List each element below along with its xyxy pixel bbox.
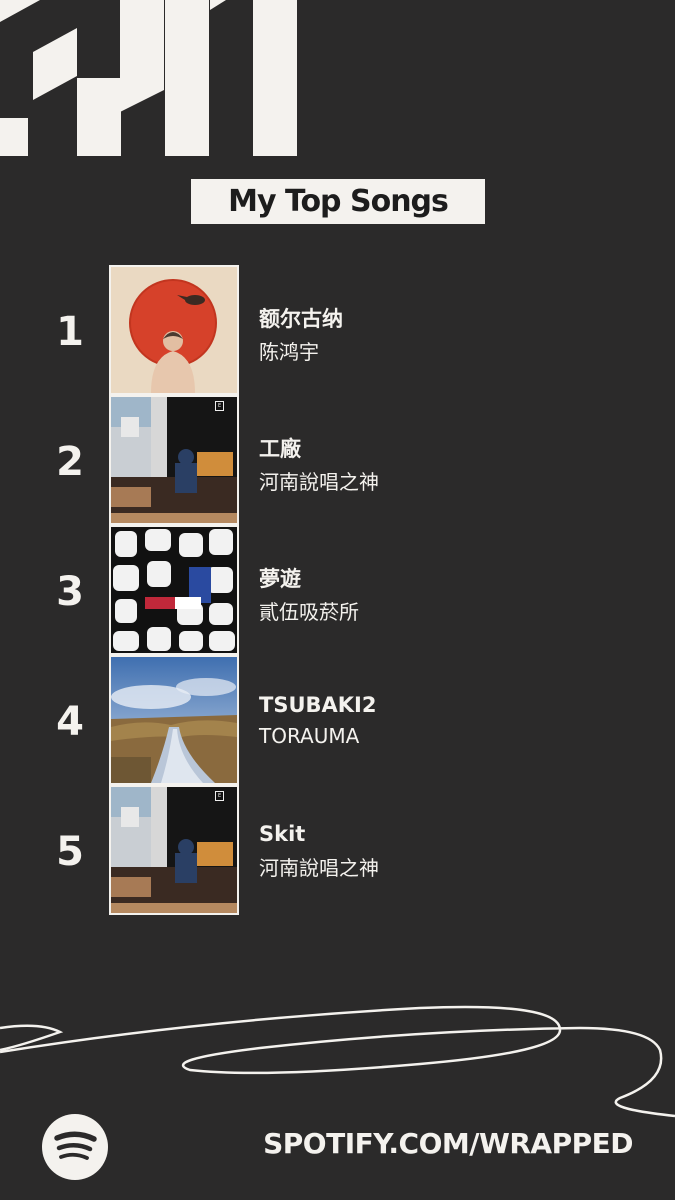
rank-number: 2 [56, 439, 84, 485]
rank-number: 4 [56, 699, 84, 745]
rank-number: 5 [56, 829, 84, 875]
page-title: My Top Songs [228, 184, 449, 219]
wrapped-story-card: My Top Songs 1 额尔古纳 陈鸿宇 2 E 工廠 河南說唱之神 3 … [0, 0, 675, 1200]
rank-number: 3 [56, 569, 84, 615]
song-artist: 陈鸿宇 [259, 340, 319, 364]
song-title: TSUBAKI2 [259, 693, 377, 717]
song-artist: 河南說唱之神 [259, 856, 379, 880]
song-title: 额尔古纳 [259, 307, 343, 331]
red-sun-album-art-icon [111, 267, 237, 393]
swoosh-line-decoration [0, 1005, 675, 1118]
song-title: Skit [259, 822, 306, 846]
footer-url-link[interactable]: SPOTIFY.COM/WRAPPED [263, 1127, 633, 1160]
rooftop-album-art-icon: E [111, 787, 237, 913]
explicit-badge-icon: E [215, 791, 225, 801]
rooftop-album-art-icon: E [111, 397, 237, 523]
black-white-pattern-album-art-icon [111, 527, 237, 653]
song-title: 夢遊 [259, 567, 301, 591]
song-artist: TORAUMA [259, 724, 360, 748]
song-title: 工廠 [259, 437, 301, 461]
spotify-logo-icon[interactable] [42, 1114, 108, 1180]
title-box: My Top Songs [191, 179, 485, 224]
song-artist: 河南說唱之神 [259, 470, 379, 494]
song-artist: 貳伍吸菸所 [259, 600, 359, 624]
river-sky-album-art-icon [111, 657, 237, 783]
rank-number: 1 [56, 309, 84, 355]
stripe-pattern-decoration [0, 0, 297, 156]
explicit-badge-icon: E [215, 401, 225, 411]
